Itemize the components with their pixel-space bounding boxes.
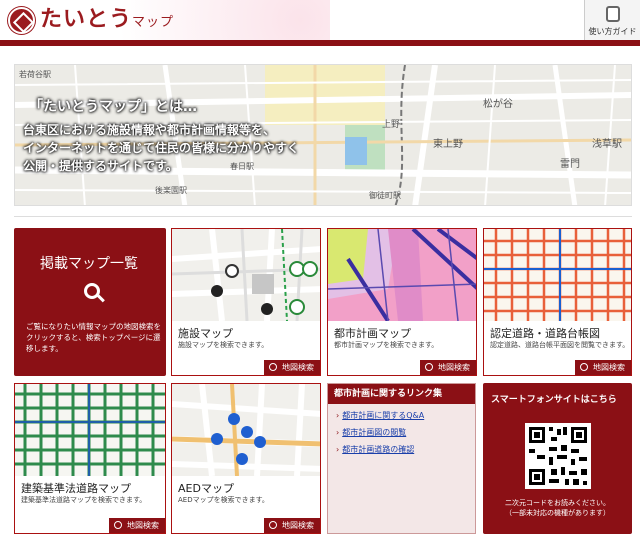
map-label: 御徒町駅 [369,191,401,200]
qr-note: 二次元コードをお読みください。 （一部未対応の機種があります） [483,498,632,518]
facility-map-thumbnail [172,229,320,321]
tile-description: 認定道路、道路台帳平面図を閲覧できます。 [490,341,630,349]
smartphone-site-panel: スマートフォンサイトはこちら 二次元コードをお読みください。 （一部未対応の機種… [483,383,632,534]
city-planning-map-thumbnail [328,229,476,321]
tile-title: 建築基準法道路マップ [21,482,131,495]
map-search-button[interactable]: 地図検索 [420,360,476,375]
map-label: 東上野 [433,139,463,150]
aed-map-tile[interactable]: AEDマップ AEDマップを検索できます。 地図検索 [171,383,321,534]
tile-description: 建築基準法道路マップを検索できます。 [21,496,147,504]
building-standards-road-map-thumbnail [15,384,165,476]
qr-note-line: 二次元コードをお読みください。 [505,499,610,507]
hero-description-line: 台東区における施設情報や都市計画情報等を、 [23,123,276,137]
search-icon [84,283,100,299]
logo-text: たいとう [40,7,133,32]
taito-emblem-icon [8,7,35,34]
tile-description: AEDマップを検索できます。 [178,496,269,504]
map-label: 上野 [382,120,401,130]
tile-title: 施設マップ [178,327,233,340]
tile-description: 施設マップを検索できます。 [178,341,269,349]
header: たいとうマップ 使い方ガイド [0,0,640,40]
certified-road-map-thumbnail [484,229,631,321]
map-label: 雷門 [560,159,580,170]
hero-description-line: 公開・提供するサイトです。 [23,159,178,173]
site-logo[interactable]: たいとうマップ [40,8,174,35]
qr-note-line: （一部未対応の機種があります） [505,509,610,517]
map-search-button[interactable]: 地図検索 [575,360,631,375]
link-road-check[interactable]: 都市計画道路の確認 [336,444,475,455]
map-list-description: ご覧になりたい情報マップの地図検索をクリックすると、検索トップページに遷移します… [26,322,161,353]
hero-banner: 若荷谷駅 松が谷 浅草駅 東上野 雷門 上野 御徒町駅 後楽園駅 春日駅 「たい… [14,64,632,206]
links-heading: 都市計画に関するリンク集 [328,384,475,404]
logo-suffix: マップ [132,15,175,30]
hero-title: 「たいとうマップ」とは… [29,99,197,115]
map-label: 春日駅 [230,162,254,171]
link-qa[interactable]: 都市計画に関するQ&A [336,410,475,421]
city-planning-links-panel: 都市計画に関するリンク集 都市計画に関するQ&A 都市計画図の閲覧 都市計画道路… [327,383,476,534]
map-label: 浅草駅 [592,139,622,150]
map-list-tile: 掲載マップ一覧 ご覧になりたい情報マップの地図検索をクリックすると、検索トップペ… [14,228,166,376]
city-planning-map-tile[interactable]: 都市計画マップ 都市計画マップを検索できます。 地図検索 [327,228,477,376]
hero-description-line: インターネットを通じて住民の皆様に分かりやすく [23,141,300,155]
tile-title: AEDマップ [178,482,234,495]
map-search-button[interactable]: 地図検索 [264,518,320,533]
link-plan-view[interactable]: 都市計画図の閲覧 [336,427,475,438]
tile-title: 認定道路・道路台帳図 [490,327,600,340]
header-bar [0,40,640,46]
map-label: 若荷谷駅 [19,70,51,79]
tile-description: 都市計画マップを検索できます。 [334,341,439,349]
map-search-button[interactable]: 地図検索 [109,518,165,533]
map-label: 松が谷 [483,99,513,110]
usage-guide-button[interactable]: 使い方ガイド [584,0,640,40]
aed-map-thumbnail [172,384,320,476]
building-standards-road-map-tile[interactable]: 建築基準法道路マップ 建築基準法道路マップを検索できます。 地図検索 [14,383,166,534]
guide-icon [606,6,620,22]
page: たいとうマップ 使い方ガイド 若荷谷駅 松が谷 浅草駅 東上野 雷門 上野 御徒… [0,0,640,540]
divider [14,216,632,217]
qr-code-icon [525,423,591,489]
guide-label: 使い方ガイド [588,27,637,36]
certified-road-map-tile[interactable]: 認定道路・道路台帳図 認定道路、道路台帳平面図を閲覧できます。 地図検索 [483,228,632,376]
map-list-title: 掲載マップ一覧 [40,256,138,272]
map-search-button[interactable]: 地図検索 [264,360,320,375]
facility-map-tile[interactable]: 施設マップ 施設マップを検索できます。 地図検索 [171,228,321,376]
tile-title: 都市計画マップ [334,327,411,340]
smartphone-heading: スマートフォンサイトはこちら [491,395,617,405]
map-label: 後楽園駅 [155,186,187,195]
